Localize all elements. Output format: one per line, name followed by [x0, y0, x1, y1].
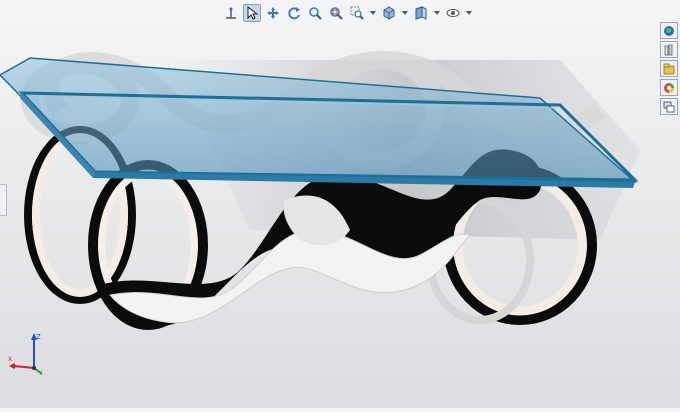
appearances-icon [664, 82, 674, 93]
rotate-icon [288, 7, 300, 20]
file-explorer-tab[interactable] [660, 60, 678, 77]
section-view-dropdown[interactable] [433, 4, 441, 22]
zoom-to-area-icon [350, 6, 364, 20]
graphics-area[interactable] [0, 0, 680, 408]
display-style-icon [383, 6, 395, 20]
design-library-icon [664, 44, 673, 55]
pan-button[interactable] [264, 4, 282, 22]
chevron-down-icon [466, 11, 472, 15]
pan-icon [267, 7, 279, 19]
hide-show-dropdown[interactable] [465, 4, 473, 22]
view-orientation-icon [226, 7, 236, 19]
zoom-dropdown[interactable] [369, 4, 377, 22]
display-style-dropdown[interactable] [401, 4, 409, 22]
chevron-down-icon [370, 11, 376, 15]
view-orientation-button[interactable] [222, 4, 240, 22]
section-view-button[interactable] [412, 4, 430, 22]
task-pane-tabs [658, 22, 680, 115]
chevron-down-icon [402, 11, 408, 15]
design-library-tab[interactable] [660, 41, 678, 58]
resources-tab[interactable] [660, 22, 678, 39]
chevron-down-icon [434, 11, 440, 15]
triad-y-label: Y [38, 370, 43, 376]
select-button[interactable] [243, 4, 261, 22]
file-explorer-icon [663, 63, 675, 74]
reference-triad: Z X Y [8, 333, 43, 376]
hide-show-items-icon [446, 9, 460, 17]
zoom-to-fit-icon [330, 7, 343, 20]
triad-z-label: Z [36, 333, 41, 341]
hide-show-items-button[interactable] [444, 4, 462, 22]
zoom-to-area-button[interactable] [348, 4, 366, 22]
appearances-tab[interactable] [660, 79, 678, 96]
heads-up-view-toolbar [222, 3, 473, 23]
rotate-button[interactable] [285, 4, 303, 22]
custom-properties-tab[interactable] [660, 98, 678, 115]
zoom-in-icon [309, 7, 322, 20]
select-pointer-icon [247, 6, 259, 20]
table-model[interactable] [0, 0, 680, 408]
triad-x-label: X [8, 356, 12, 363]
zoom-to-fit-button[interactable] [327, 4, 345, 22]
globe-icon [664, 25, 674, 36]
custom-properties-icon [663, 101, 675, 112]
zoom-in-out-button[interactable] [306, 4, 324, 22]
display-style-button[interactable] [380, 4, 398, 22]
section-view-icon [415, 6, 427, 20]
feature-manager-collapse-tab[interactable] [0, 184, 7, 216]
